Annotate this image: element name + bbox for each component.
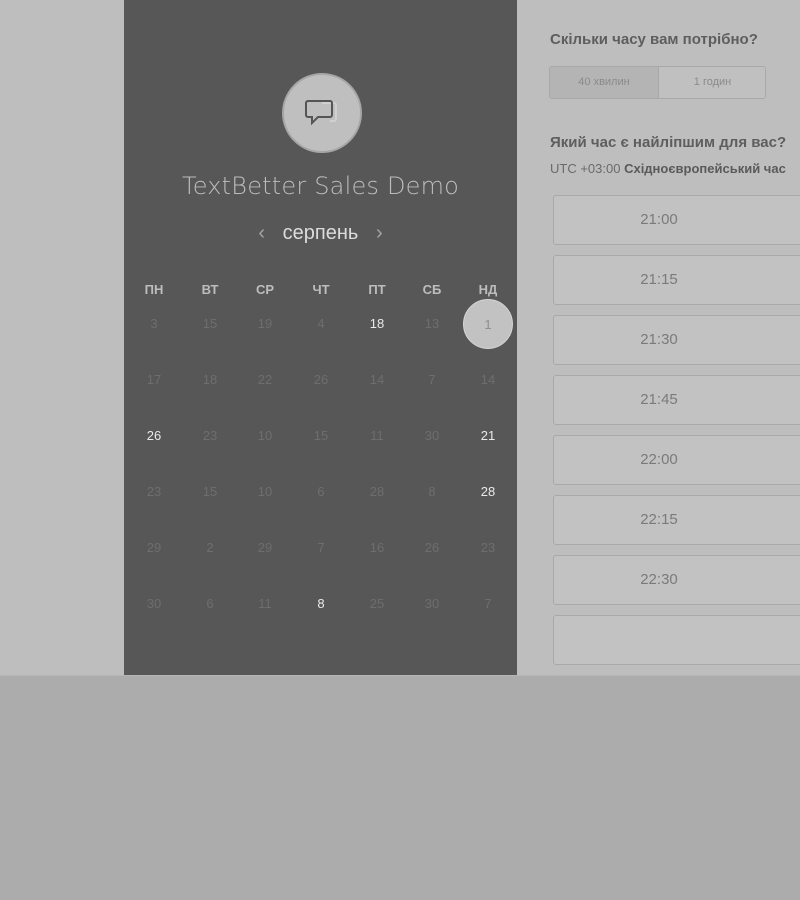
calendar-day[interactable]: 28 <box>468 482 508 502</box>
calendar-day: 15 <box>313 428 329 443</box>
calendar-day: 10 <box>257 428 273 443</box>
calendar-day: 6 <box>317 484 325 499</box>
weekday-label: НД <box>478 282 498 297</box>
calendar-panel: TextBetter Sales Demo ‹ серпень › ПН ВТ … <box>124 0 517 675</box>
timezone-name: Східноєвропейський час <box>624 161 786 176</box>
weekday-label: ПН <box>144 282 164 297</box>
calendar-day[interactable]: 21 <box>468 426 508 446</box>
month-label: серпень <box>282 221 359 244</box>
calendar-day: 30 <box>146 596 162 611</box>
calendar-day: 19 <box>257 316 273 331</box>
duration-question: Скільки часу вам потрібно? <box>550 31 758 48</box>
calendar-day: 26 <box>313 372 329 387</box>
calendar-day: 29 <box>257 540 273 555</box>
time-slot-label: 21:00 <box>640 211 678 228</box>
time-slot[interactable]: 21:30 <box>553 315 800 365</box>
calendar-day-selected[interactable]: 1 <box>463 299 513 349</box>
weekday-label: СБ <box>422 282 442 297</box>
calendar-day: 23 <box>146 484 162 499</box>
calendar-day: 17 <box>146 372 162 387</box>
time-slot[interactable]: 21:00 <box>553 195 800 245</box>
calendar-day[interactable]: 8 <box>301 594 341 614</box>
calendar-day[interactable]: 18 <box>357 314 397 334</box>
time-slot[interactable] <box>553 615 800 665</box>
month-navigation: ‹ серпень › <box>124 220 517 246</box>
time-slot[interactable]: 22:15 <box>553 495 800 545</box>
calendar-day: 16 <box>369 540 385 555</box>
calendar-day: 11 <box>370 428 384 443</box>
calendar-day: 28 <box>369 484 385 499</box>
calendar-day: 3 <box>150 316 158 331</box>
time-slot-label: 21:15 <box>640 271 678 288</box>
calendar-day: 2 <box>206 540 214 555</box>
calendar-day: 29 <box>146 540 162 555</box>
calendar-day: 30 <box>424 596 440 611</box>
calendar-day: 13 <box>424 316 440 331</box>
time-question: Який час є найліпшим для вас? <box>550 134 787 151</box>
calendar-day: 30 <box>424 428 440 443</box>
timezone-offset: UTC +03:00 <box>550 161 621 176</box>
time-slot-label: 22:30 <box>640 571 678 588</box>
duration-option-40min[interactable]: 40 хвилин <box>550 67 659 98</box>
weekday-label: ВТ <box>201 282 219 297</box>
chevron-right-icon[interactable]: › <box>372 222 386 245</box>
company-logo <box>282 73 362 153</box>
time-slot[interactable]: 22:00 <box>553 435 800 485</box>
calendar-day: 22 <box>257 372 273 387</box>
weekday-label: ПТ <box>368 282 386 297</box>
calendar-day: 23 <box>202 428 218 443</box>
time-slot-label: 22:00 <box>640 451 678 468</box>
chevron-left-icon[interactable]: ‹ <box>255 222 269 245</box>
time-slot[interactable]: 21:15 <box>553 255 800 305</box>
company-name: TextBetter Sales Demo <box>181 172 460 200</box>
chat-bubble-icon <box>305 100 337 126</box>
calendar-day: 7 <box>317 540 325 555</box>
calendar-day: 14 <box>480 372 496 387</box>
weekday-label: СР <box>255 282 275 297</box>
calendar-day: 26 <box>424 540 440 555</box>
calendar-day: 25 <box>369 596 385 611</box>
booking-panel: Скільки часу вам потрібно? 40 хвилин 1 г… <box>517 0 800 675</box>
calendar-day: 15 <box>202 484 218 499</box>
calendar-day: 15 <box>202 316 218 331</box>
calendar-day: 6 <box>206 596 214 611</box>
time-slot-label: 21:30 <box>640 331 678 348</box>
calendar-day: 10 <box>257 484 273 499</box>
calendar-day: 7 <box>484 596 492 611</box>
calendar-day[interactable]: 26 <box>134 426 174 446</box>
time-slot-label: 22:15 <box>640 511 678 528</box>
time-slot[interactable]: 22:30 <box>553 555 800 605</box>
calendar-day: 8 <box>428 484 436 499</box>
calendar-day: 23 <box>480 540 496 555</box>
calendar-day: 14 <box>369 372 385 387</box>
calendar-day: 7 <box>428 372 436 387</box>
page-footer-area <box>0 675 800 900</box>
time-slot[interactable]: 21:45 <box>553 375 800 425</box>
time-slot-label: 21:45 <box>640 391 678 408</box>
duration-selector: 40 хвилин 1 годин <box>549 66 766 99</box>
calendar-day: 4 <box>317 316 325 331</box>
timezone-label[interactable]: UTC +03:00 Східноєвропейський час <box>550 161 786 176</box>
weekday-label: ЧТ <box>312 282 330 297</box>
calendar-day: 11 <box>258 596 272 611</box>
weekday-header: ПН ВТ СР ЧТ ПТ СБ НД <box>124 282 517 298</box>
calendar-day: 18 <box>202 372 218 387</box>
duration-option-1hour[interactable]: 1 годин <box>659 67 765 98</box>
